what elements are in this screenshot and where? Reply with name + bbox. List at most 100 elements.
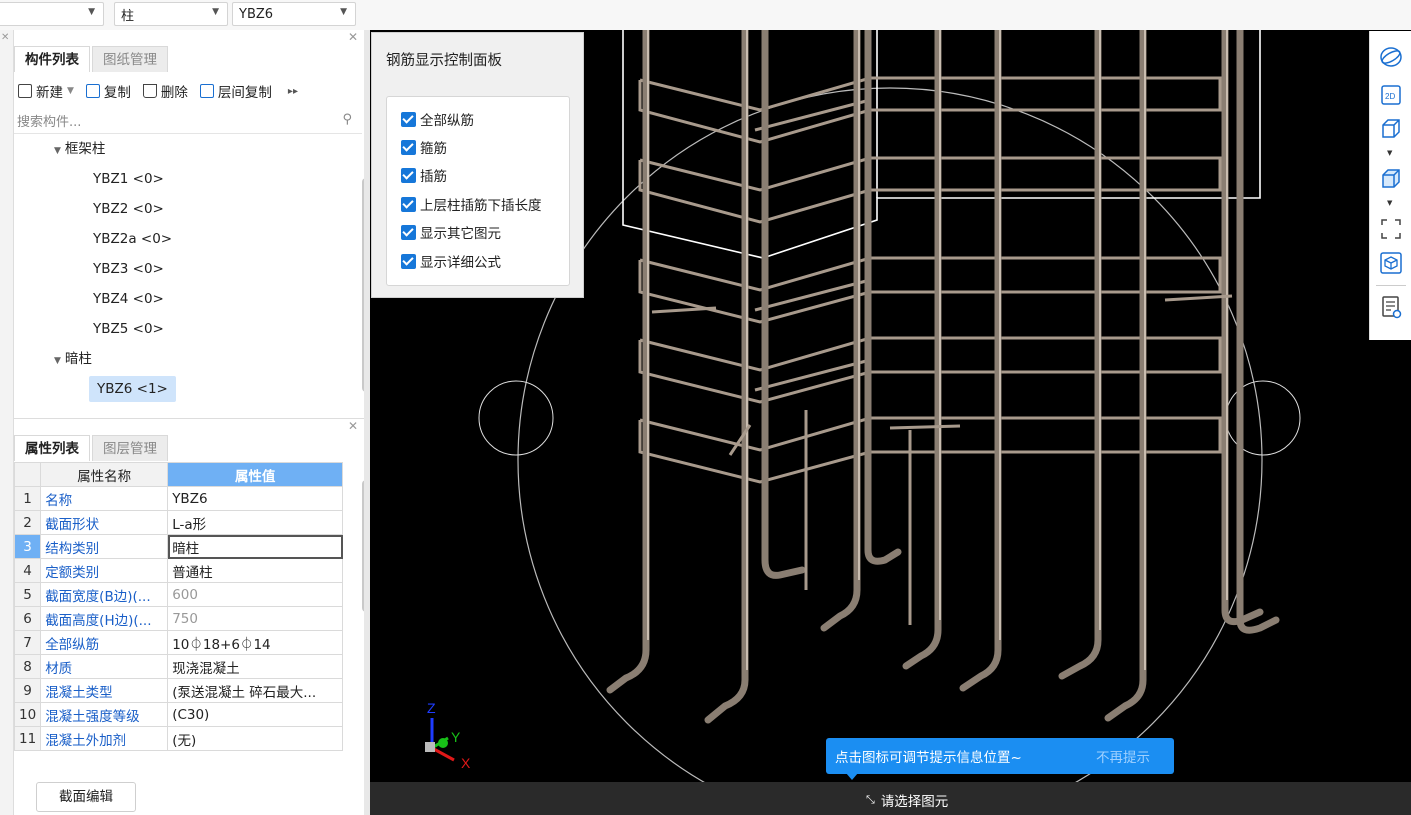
section-edit-button[interactable]: 截面编辑: [36, 782, 136, 812]
category-select-value: 柱: [121, 8, 135, 24]
tab-layer-management[interactable]: 图层管理: [92, 435, 168, 461]
floor-copy-button[interactable]: 层间复制: [199, 81, 272, 101]
table-row-selected[interactable]: 3 结构类别 暗柱: [13, 534, 344, 559]
table-row[interactable]: 9 混凝土类型 (泵送混凝土 碎石最大...: [13, 678, 344, 703]
property-value-header: 属性值: [167, 462, 344, 487]
property-value[interactable]: 600: [167, 582, 344, 607]
view-cube-icon[interactable]: [1379, 251, 1403, 275]
rebar-control-panel: 钢筋显示控制面板 全部纵筋 箍筋 插筋 上层柱插筋下插长度 显示其它图元 显示详…: [371, 32, 584, 298]
tab-property-list[interactable]: 属性列表: [14, 435, 90, 461]
tip-text: 点击图标可调节提示信息位置~: [835, 750, 1022, 766]
category-select[interactable]: 柱 ▼: [114, 2, 228, 26]
shrink-arrows-icon[interactable]: ⤡: [866, 793, 875, 807]
tree-group-hidden-column[interactable]: ▼ 暗柱: [54, 346, 92, 372]
chevron-down-icon[interactable]: ▼: [1387, 149, 1392, 157]
property-value[interactable]: (无): [167, 726, 344, 751]
row-number: 7: [13, 630, 42, 655]
tip-bubble[interactable]: 点击图标可调节提示信息位置~ 不再提示: [826, 738, 1174, 774]
option-upper-dowel-length[interactable]: 上层柱插筋下插长度: [401, 194, 542, 214]
checkbox-checked-icon[interactable]: [401, 111, 416, 127]
tree-item[interactable]: YBZ4 <0>: [93, 286, 164, 312]
property-value[interactable]: 10⏀18+6⏀14: [167, 630, 344, 655]
tree-item[interactable]: YBZ3 <0>: [93, 256, 164, 282]
new-button-label: 新建: [36, 85, 63, 101]
status-label: 请选择图元: [880, 794, 949, 810]
axis-triad: Z Y X: [425, 700, 471, 771]
option-stirrups[interactable]: 箍筋: [401, 137, 447, 157]
checkbox-checked-icon[interactable]: [401, 224, 416, 240]
3d-solid-icon[interactable]: [1379, 167, 1403, 191]
option-show-formula[interactable]: 显示详细公式: [401, 251, 501, 271]
copy-button[interactable]: 复制: [85, 81, 131, 101]
table-row[interactable]: 5 截面宽度(B边)(... 600: [13, 582, 344, 607]
table-row[interactable]: 2 截面形状 L-a形: [13, 510, 344, 535]
row-number: 1: [13, 486, 42, 511]
top-selector-bar: ▼ 柱 ▼ YBZ6 ▼: [0, 0, 1411, 30]
option-label: 显示其它图元: [420, 226, 501, 242]
more-tools-icon[interactable]: ▸▸: [288, 86, 298, 97]
property-value[interactable]: 750: [167, 606, 344, 631]
tree-item-selected[interactable]: YBZ6 <1>: [89, 376, 176, 402]
table-row[interactable]: 10 混凝土强度等级 (C30): [13, 702, 344, 727]
option-label: 显示详细公式: [420, 255, 501, 271]
tree-item[interactable]: YBZ2 <0>: [93, 196, 164, 222]
property-name: 材质: [40, 654, 169, 679]
fullscreen-icon[interactable]: [1379, 217, 1403, 241]
option-show-other-elements[interactable]: 显示其它图元: [401, 222, 501, 242]
orbit-icon[interactable]: [1379, 45, 1403, 69]
property-value[interactable]: 现浇混凝土: [167, 654, 344, 679]
property-name: 名称: [40, 486, 169, 511]
table-row[interactable]: 6 截面高度(H边)(... 750: [13, 606, 344, 631]
table-row[interactable]: 4 定额类别 普通柱: [13, 558, 344, 583]
2d-view-icon[interactable]: 2D: [1379, 83, 1403, 107]
property-value[interactable]: (泵送混凝土 碎石最大...: [167, 678, 344, 703]
property-value[interactable]: (C30): [167, 702, 344, 727]
table-row[interactable]: 11 混凝土外加剂 (无): [13, 726, 344, 751]
component-select[interactable]: YBZ6 ▼: [232, 2, 356, 26]
status-message[interactable]: ⤡ 请选择图元: [866, 790, 948, 810]
checkbox-checked-icon[interactable]: [401, 253, 416, 269]
dismiss-tip-link[interactable]: 不再提示: [1096, 746, 1150, 766]
tree-item[interactable]: YBZ1 <0>: [93, 166, 164, 192]
search-input[interactable]: 搜索构件... ⚲: [14, 108, 362, 134]
chevron-down-icon[interactable]: ▼: [67, 86, 74, 96]
property-value[interactable]: 普通柱: [167, 558, 344, 583]
checkbox-checked-icon[interactable]: [401, 139, 416, 155]
table-row[interactable]: 8 材质 现浇混凝土: [13, 654, 344, 679]
tree-group-label: 暗柱: [64, 351, 92, 367]
row-number-header: [13, 462, 42, 487]
3d-box-icon[interactable]: [1379, 117, 1403, 141]
layer-display-icon[interactable]: [1379, 295, 1403, 319]
table-row[interactable]: 1 名称 YBZ6: [13, 486, 344, 511]
table-row[interactable]: 7 全部纵筋 10⏀18+6⏀14: [13, 630, 344, 655]
row-number: 2: [13, 510, 42, 535]
option-dowels[interactable]: 插筋: [401, 165, 447, 185]
close-icon[interactable]: ✕: [348, 419, 358, 433]
floor-select[interactable]: ▼: [0, 2, 104, 26]
checkbox-checked-icon[interactable]: [401, 167, 416, 183]
chevron-down-icon[interactable]: ▼: [1387, 199, 1392, 207]
close-icon[interactable]: ✕: [1, 32, 9, 43]
tree-item[interactable]: YBZ2a <0>: [93, 226, 172, 252]
option-all-longitudinal[interactable]: 全部纵筋: [401, 109, 474, 129]
stirrups: [638, 76, 1222, 484]
tab-drawing-management[interactable]: 图纸管理: [92, 46, 168, 72]
close-icon[interactable]: ✕: [348, 30, 358, 44]
expand-triangle-icon[interactable]: ▼: [54, 356, 61, 366]
tree-item[interactable]: YBZ5 <0>: [93, 316, 164, 342]
property-name: 全部纵筋: [40, 630, 169, 655]
property-value-editing[interactable]: 暗柱: [167, 534, 344, 559]
delete-button[interactable]: 删除: [142, 81, 188, 101]
checkbox-checked-icon[interactable]: [401, 196, 416, 212]
property-value[interactable]: YBZ6: [167, 486, 344, 511]
tab-component-list[interactable]: 构件列表: [14, 46, 90, 72]
chevron-down-icon: ▼: [340, 7, 347, 17]
option-label: 全部纵筋: [420, 113, 474, 129]
expand-triangle-icon[interactable]: ▼: [54, 146, 61, 156]
new-button[interactable]: 新建 ▼: [18, 81, 74, 101]
property-value[interactable]: L-a形: [167, 510, 344, 535]
row-number: 8: [13, 654, 42, 679]
search-icon[interactable]: ⚲: [342, 112, 352, 127]
tree-group-frame-column[interactable]: ▼ 框架柱: [54, 136, 105, 162]
copy-button-label: 复制: [103, 85, 131, 101]
